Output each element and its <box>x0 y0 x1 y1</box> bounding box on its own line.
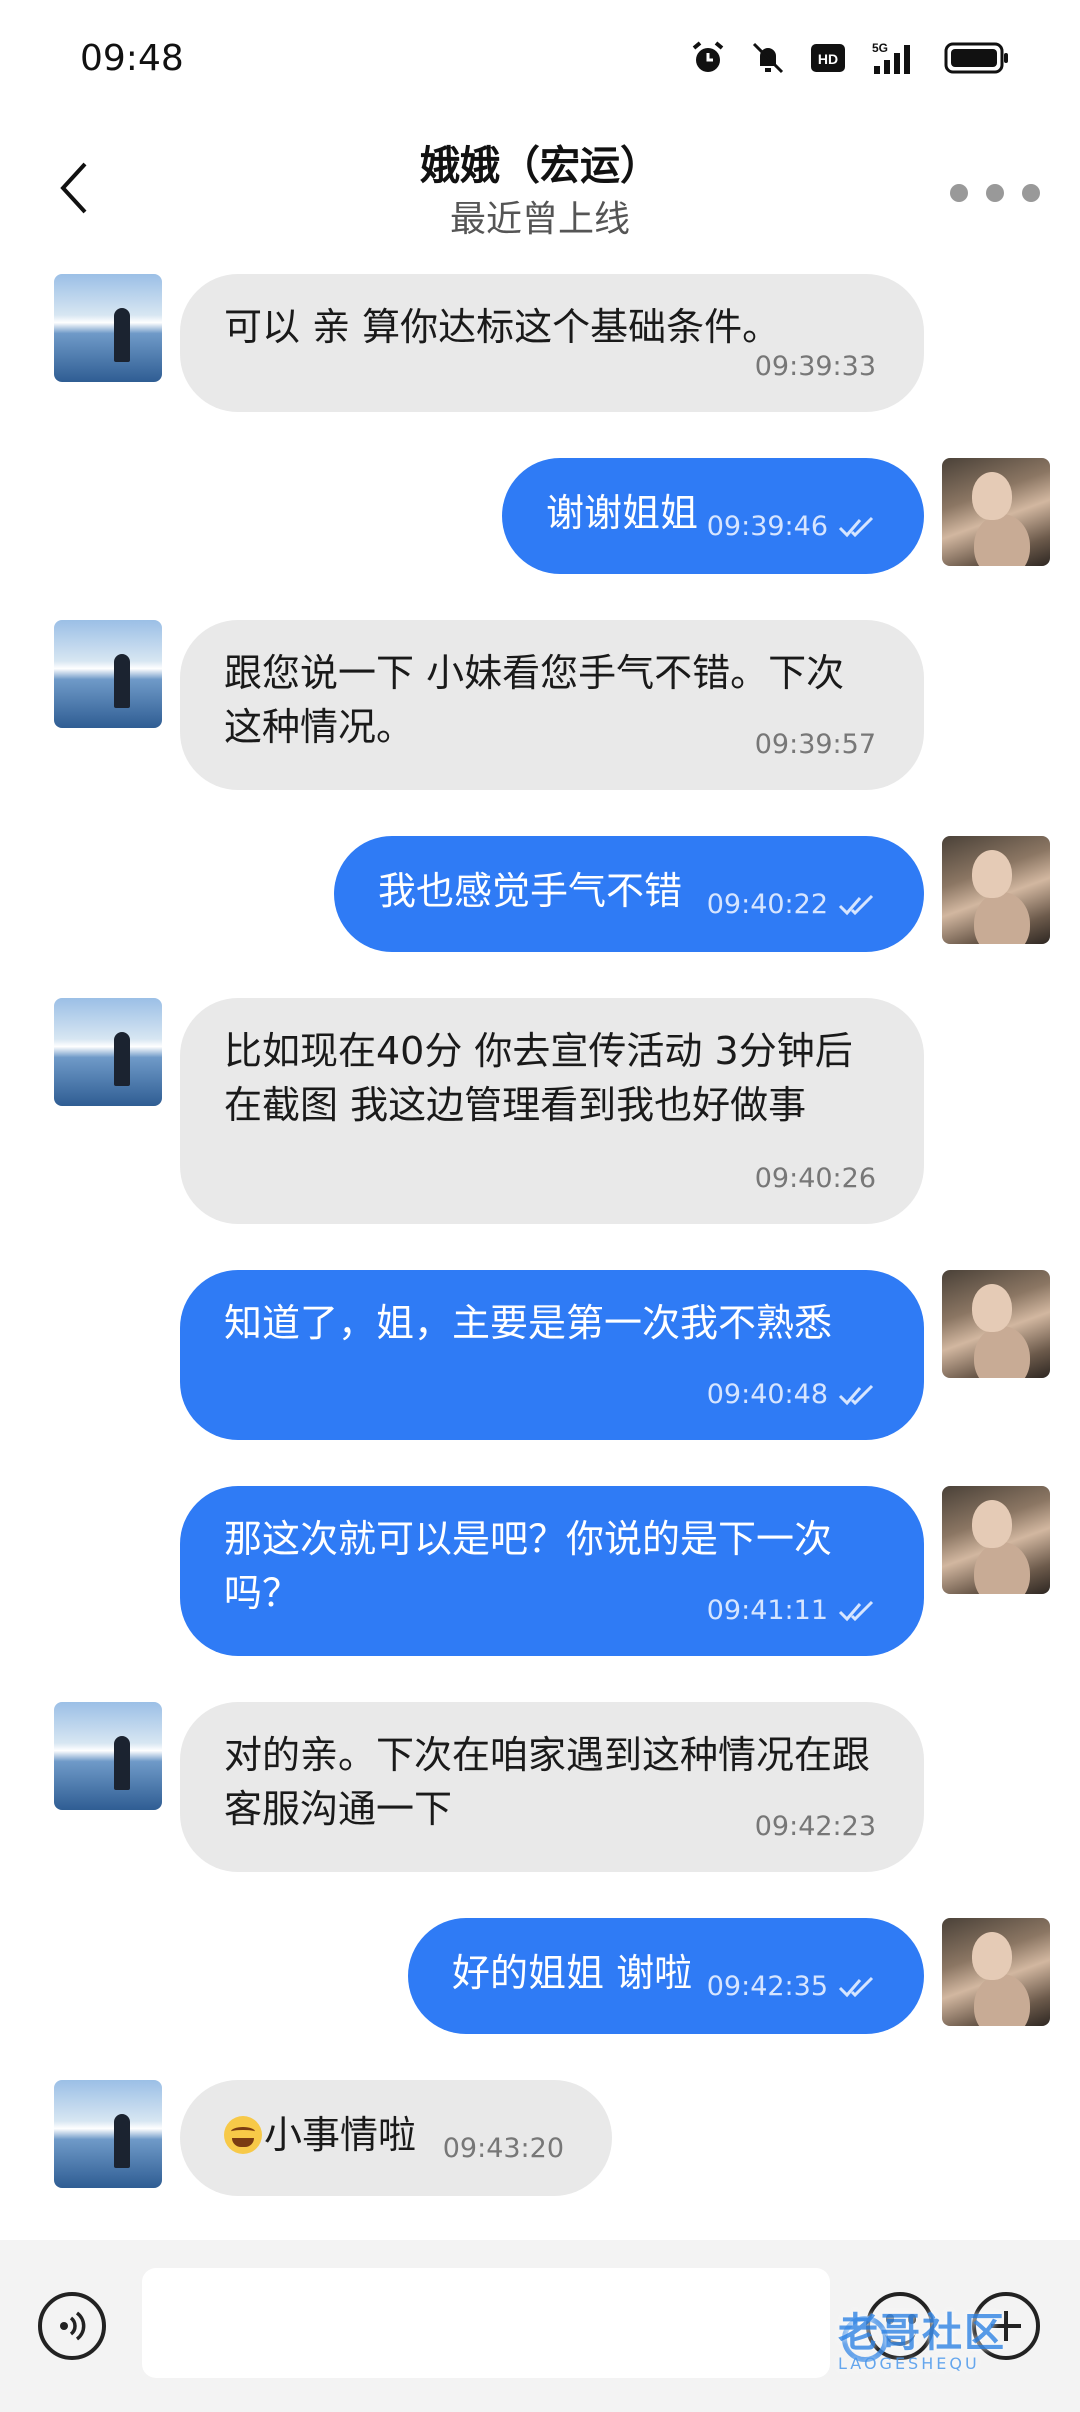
message-meta: 09:40:26 <box>755 1152 876 1206</box>
hd-label: HD <box>818 51 838 67</box>
message-text: 好的姐姐 谢啦 <box>452 1951 693 1995</box>
my-avatar[interactable] <box>942 1486 1050 1594</box>
watermark-text: 老哥社区 <box>838 2310 1006 2356</box>
status-bar: 09:48 HD 5G <box>0 0 1080 120</box>
message-text: 比如现在40分 你去宣传活动 3分钟后在截图 我这边管理看到我也好做事 <box>224 1029 853 1127</box>
message-time: 09:40:48 <box>706 1379 828 1410</box>
message-text: 知道了，姐，主要是第一次我不熟悉 <box>224 1301 833 1345</box>
chat-title: 娥娥（宏运） <box>420 143 660 189</box>
message-meta: 09:43:20 <box>443 2122 564 2176</box>
message-bubble-incoming[interactable]: 可以 亲 算你达标这个基础条件。 09:39:33 <box>180 274 924 412</box>
watermark: 老哥社区 LAOGESHEQU <box>838 2300 1006 2373</box>
message-meta: 09:41:11 <box>707 1584 876 1638</box>
status-time: 09:48 <box>80 38 184 79</box>
contact-avatar[interactable] <box>54 998 162 1106</box>
more-dot <box>1022 184 1040 202</box>
message-time: 09:41:11 <box>706 1595 828 1626</box>
message-meta: 09:42:35 <box>707 1960 876 2014</box>
status-icons: HD 5G <box>690 40 1010 76</box>
my-avatar[interactable] <box>942 1918 1050 2026</box>
message-bubble-incoming[interactable]: 对的亲。下次在咱家遇到这种情况在跟客服沟通一下 09:42:23 <box>180 1702 924 1872</box>
5g-signal-icon: 5G <box>872 41 910 74</box>
message-meta: 09:40:48 <box>707 1368 876 1422</box>
more-dot <box>986 184 1004 202</box>
network-label: 5G <box>872 41 888 55</box>
message-bubble-outgoing[interactable]: 知道了，姐，主要是第一次我不熟悉 09:40:48 <box>180 1270 924 1440</box>
double-check-icon <box>838 516 874 538</box>
message-bubble-incoming[interactable]: 比如现在40分 你去宣传活动 3分钟后在截图 我这边管理看到我也好做事 09:4… <box>180 998 924 1224</box>
message-time: 09:43:20 <box>442 2133 564 2164</box>
hd-icon: HD <box>811 44 845 72</box>
message-meta: 09:39:57 <box>755 718 876 772</box>
voice-icon <box>60 2311 86 2341</box>
message-text: 小事情啦 <box>264 2113 417 2157</box>
my-avatar[interactable] <box>942 1270 1050 1378</box>
battery-icon <box>944 42 1008 74</box>
message-time: 09:42:23 <box>754 1811 876 1842</box>
mute-icon <box>752 42 784 74</box>
message-bubble-outgoing[interactable]: 好的姐姐 谢啦 09:42:35 <box>408 1918 924 2034</box>
contact-avatar[interactable] <box>54 1702 162 1810</box>
chat-subtitle: 最近曾上线 <box>449 199 630 240</box>
message-list[interactable]: 可以 亲 算你达标这个基础条件。 09:39:33 谢谢姐姐 09:39:46 … <box>0 270 1080 2240</box>
double-check-icon <box>838 1600 874 1622</box>
my-avatar[interactable] <box>942 836 1050 944</box>
double-check-icon <box>838 894 874 916</box>
message-time: 09:40:26 <box>754 1163 876 1194</box>
more-dots-icon <box>950 184 968 202</box>
double-check-icon <box>838 1384 874 1406</box>
watermark-subtext: LAOGESHEQU <box>838 2354 980 2373</box>
message-bubble-outgoing[interactable]: 我也感觉手气不错 09:40:22 <box>334 836 924 952</box>
message-meta: 09:39:46 <box>707 500 876 554</box>
contact-avatar[interactable] <box>54 620 162 728</box>
message-bubble-incoming[interactable]: 小事情啦 09:43:20 <box>180 2080 612 2196</box>
message-time: 09:40:22 <box>706 889 828 920</box>
voice-button[interactable] <box>38 2292 106 2360</box>
message-bubble-outgoing[interactable]: 谢谢姐姐 09:39:46 <box>502 458 924 574</box>
message-text: 谢谢姐姐 <box>546 491 699 535</box>
message-time: 09:42:35 <box>706 1971 828 2002</box>
more-button[interactable] <box>950 168 1040 218</box>
message-time: 09:39:33 <box>754 351 876 382</box>
message-meta: 09:42:23 <box>755 1800 876 1854</box>
message-text: 我也感觉手气不错 <box>378 869 683 913</box>
contact-avatar[interactable] <box>54 274 162 382</box>
contact-avatar[interactable] <box>54 2080 162 2188</box>
title-block: 娥娥（宏运） 最近曾上线 <box>0 140 1080 246</box>
message-time: 09:39:46 <box>706 511 828 542</box>
message-time: 09:39:57 <box>754 729 876 760</box>
message-input[interactable] <box>142 2268 830 2378</box>
chat-header: 娥娥（宏运） 最近曾上线 <box>0 120 1080 270</box>
message-meta: 09:40:22 <box>707 878 876 932</box>
message-meta: 09:39:33 <box>755 340 876 394</box>
message-bubble-outgoing[interactable]: 那这次就可以是吧？你说的是下一次吗？ 09:41:11 <box>180 1486 924 1656</box>
message-bubble-incoming[interactable]: 跟您说一下 小妹看您手气不错。下次这种情况。 09:39:57 <box>180 620 924 790</box>
laughing-tears-emoji <box>224 2116 262 2154</box>
double-check-icon <box>838 1976 874 1998</box>
my-avatar[interactable] <box>942 458 1050 566</box>
alarm-icon <box>692 41 724 72</box>
